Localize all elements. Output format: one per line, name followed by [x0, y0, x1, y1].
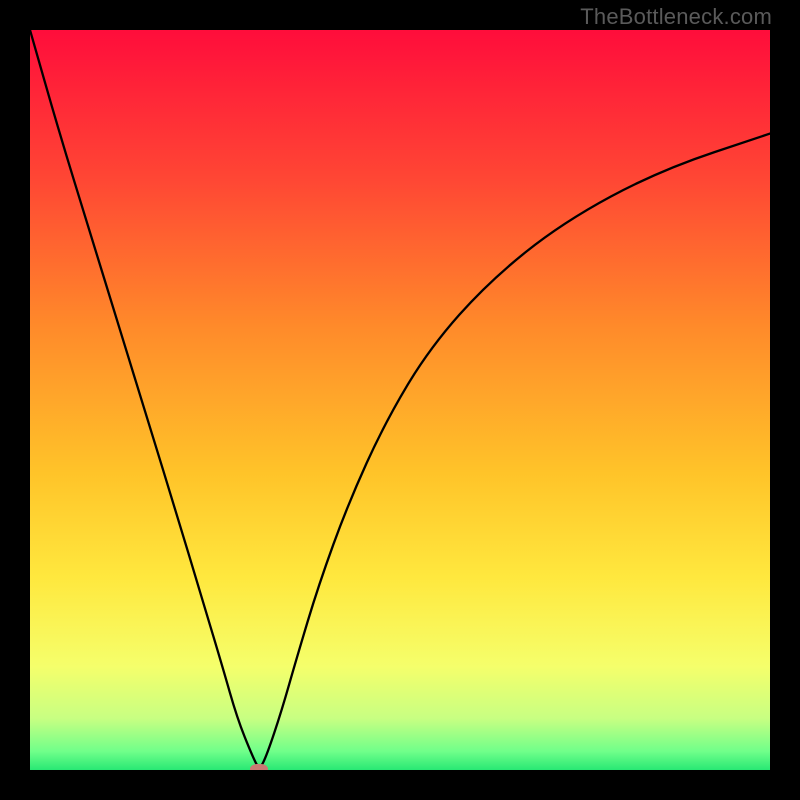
- bottleneck-curve: [30, 30, 770, 770]
- plot-area: [30, 30, 770, 770]
- outer-frame: TheBottleneck.com: [0, 0, 800, 800]
- minimum-marker-icon: [250, 764, 268, 770]
- attribution-label: TheBottleneck.com: [580, 4, 772, 30]
